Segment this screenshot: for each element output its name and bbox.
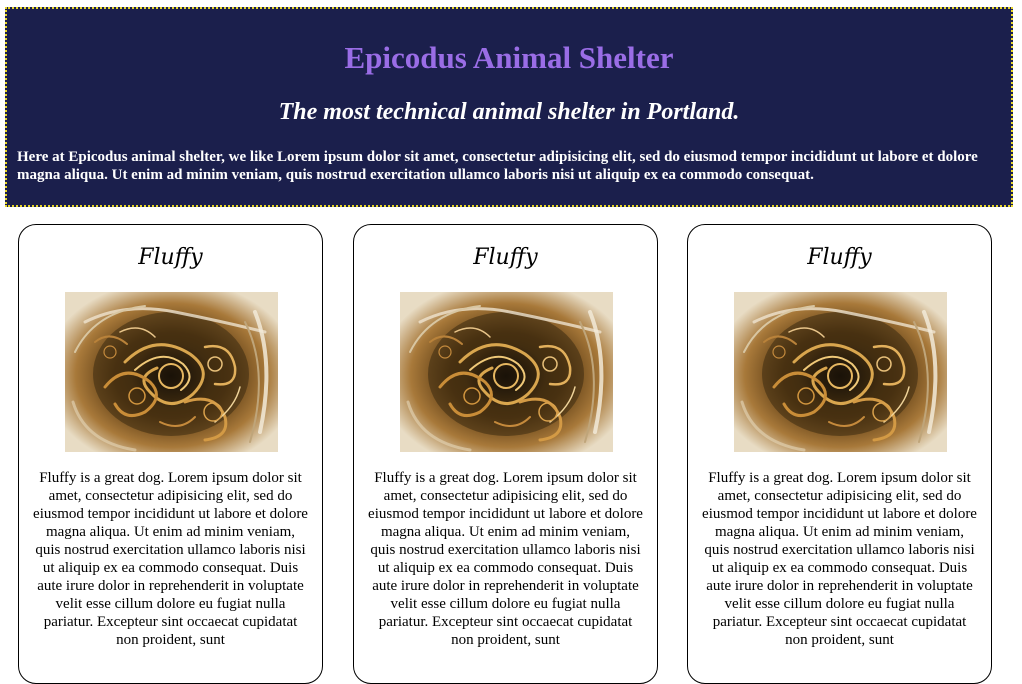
pet-description: Fluffy is a great dog. Lorem ipsum dolor… — [368, 470, 643, 648]
pet-card: Fluffy Fluffy is a great dog. Lorem ipsu… — [353, 224, 658, 684]
pet-card-list: Fluffy Fluffy is a great dog. Lorem ipsu… — [0, 224, 1022, 684]
pet-name: Fluffy — [138, 245, 203, 270]
site-header: Epicodus Animal Shelter The most technic… — [5, 7, 1013, 207]
pet-description: Fluffy is a great dog. Lorem ipsum dolor… — [702, 470, 977, 648]
pet-name: Fluffy — [807, 245, 872, 270]
fractal-image — [400, 292, 613, 452]
site-title: Epicodus Animal Shelter — [344, 40, 674, 75]
pet-description: Fluffy is a great dog. Lorem ipsum dolor… — [33, 470, 308, 648]
pet-card: Fluffy Fluffy is a great dog. Lorem ipsu… — [18, 224, 323, 684]
fractal-image — [734, 292, 947, 452]
site-tagline: The most technical animal shelter in Por… — [278, 99, 740, 125]
pet-name: Fluffy — [473, 245, 538, 270]
site-intro: Here at Epicodus animal shelter, we like… — [17, 149, 978, 183]
pet-card: Fluffy Fluffy is a great dog. Lorem ipsu… — [687, 224, 992, 684]
fractal-image — [65, 292, 278, 452]
